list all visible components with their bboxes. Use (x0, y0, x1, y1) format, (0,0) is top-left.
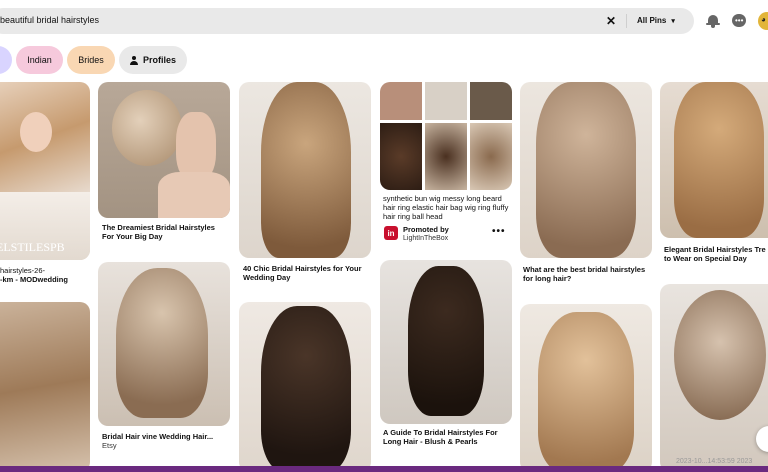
chip-profiles[interactable]: Profiles (119, 46, 187, 74)
pin-image[interactable]: ELSTILESPB (0, 82, 90, 260)
person-icon (129, 55, 138, 65)
search-divider (626, 14, 627, 28)
pin-title: 40 Chic Bridal Hairstyles for Your Weddi… (243, 264, 362, 282)
promoted-brand[interactable]: LightInTheBox (403, 235, 448, 242)
pin-image[interactable] (239, 82, 371, 258)
pin-image[interactable] (660, 82, 768, 238)
notifications-bell-icon[interactable] (706, 14, 720, 28)
pin-image[interactable] (520, 304, 652, 472)
pin-watermark: ELSTILESPB (0, 240, 65, 254)
chip-indian[interactable]: Indian (16, 46, 63, 74)
pin-title: Elegant Bridal Hairstyles Tre to Wear on… (664, 245, 766, 263)
pin-image[interactable] (98, 82, 230, 218)
filter-label: All Pins (637, 16, 667, 25)
chevron-down-icon: ▾ (671, 18, 675, 25)
timestamp-overlay: 2023-10...14:53:59 2023 (676, 458, 753, 465)
pin-title: A Guide To Bridal Hairstyles For Long Ha… (383, 428, 498, 446)
pin-image[interactable] (0, 302, 90, 472)
pin-source: Etsy (102, 441, 117, 450)
pin-title: Bridal Hair vine Wedding Hair... (102, 432, 214, 441)
all-pins-dropdown[interactable]: All Pins ▾ (637, 16, 675, 25)
avatar[interactable]: ◕ (758, 12, 768, 30)
search-input[interactable]: beautiful bridal hairstyles (0, 15, 99, 25)
clear-search-icon[interactable]: ✕ (606, 14, 616, 28)
pin-title: hairstyles-26- (0, 266, 46, 275)
pin-image[interactable] (98, 262, 230, 426)
chip-brides[interactable]: Brides (67, 46, 115, 74)
pin-image[interactable] (520, 82, 652, 258)
bottom-bar (0, 466, 768, 472)
pin-title: The Dreamiest Bridal Hairstyles For Your… (102, 223, 215, 241)
pin-title: -km - MODwedding (0, 275, 68, 284)
pin-title: synthetic bun wig messy long beard hair … (383, 194, 509, 221)
pin-image[interactable] (239, 302, 371, 472)
more-options-icon[interactable]: ••• (492, 226, 506, 237)
pin-image[interactable] (660, 284, 768, 472)
top-bar: beautiful bridal hairstyles ✕ All Pins ▾ … (0, 0, 768, 44)
messages-icon[interactable]: ••• (732, 14, 746, 28)
pin-image[interactable] (380, 260, 512, 424)
brand-logo-icon: in (384, 226, 398, 240)
search-bar[interactable]: beautiful bridal hairstyles ✕ All Pins ▾ (0, 8, 694, 34)
chip-partial[interactable] (0, 46, 12, 74)
promoted-label: Promoted by (403, 225, 449, 234)
pin-image-collage[interactable] (380, 82, 512, 190)
pin-title: What are the best bridal hairstyles for … (523, 265, 646, 283)
chip-profiles-label: Profiles (142, 55, 176, 65)
